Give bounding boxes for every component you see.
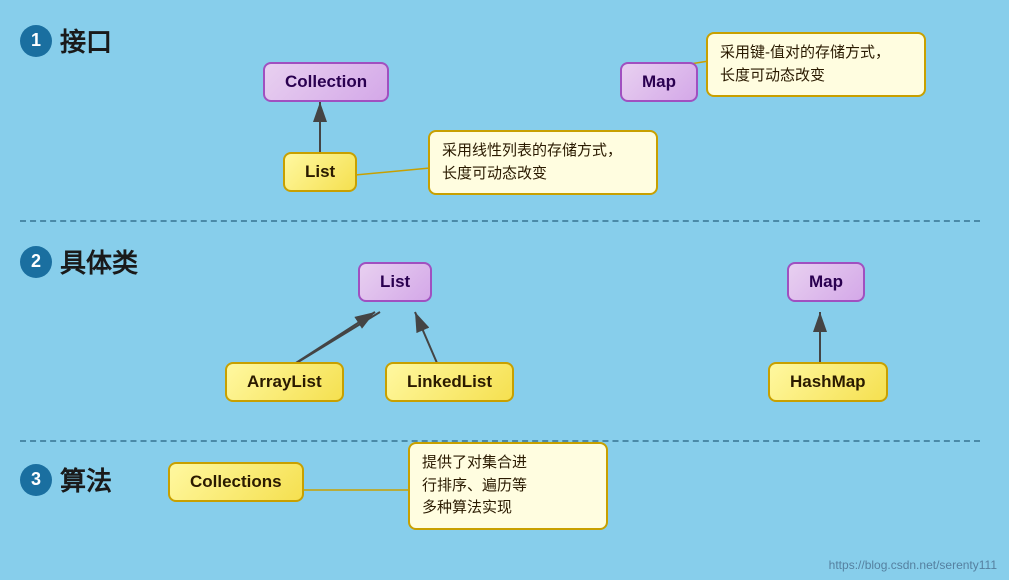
list-box-2: List <box>358 262 432 302</box>
collections-box: Collections <box>168 462 304 502</box>
map-box-2: Map <box>787 262 865 302</box>
map-box-1: Map <box>620 62 698 102</box>
section3-title: 算法 <box>60 461 112 498</box>
divider-1 <box>20 220 980 222</box>
section1-title: 接口 <box>60 22 112 59</box>
list-callout: 采用线性列表的存储方式， 长度可动态改变 <box>428 130 658 195</box>
arraylist-box: ArrayList <box>225 362 344 402</box>
watermark: https://blog.csdn.net/serenty111 <box>829 558 997 572</box>
section2-number: 2 <box>20 246 52 278</box>
section2-label: 2 具体类 <box>20 243 138 280</box>
linkedlist-box: LinkedList <box>385 362 514 402</box>
list-box-1: List <box>283 152 357 192</box>
map-callout: 采用键-值对的存储方式， 长度可动态改变 <box>706 32 926 97</box>
hashmap-box: HashMap <box>768 362 888 402</box>
section1-number: 1 <box>20 25 52 57</box>
collections-callout: 提供了对集合进 行排序、遍历等 多种算法实现 <box>408 442 608 530</box>
section1-label: 1 接口 <box>20 22 112 59</box>
section3-label: 3 算法 <box>20 461 112 498</box>
section3-number: 3 <box>20 464 52 496</box>
main-container: 1 接口 2 具体类 3 算法 Collection Map List 采用键-… <box>0 0 1009 580</box>
section2-title: 具体类 <box>60 243 138 280</box>
collection-box: Collection <box>263 62 389 102</box>
